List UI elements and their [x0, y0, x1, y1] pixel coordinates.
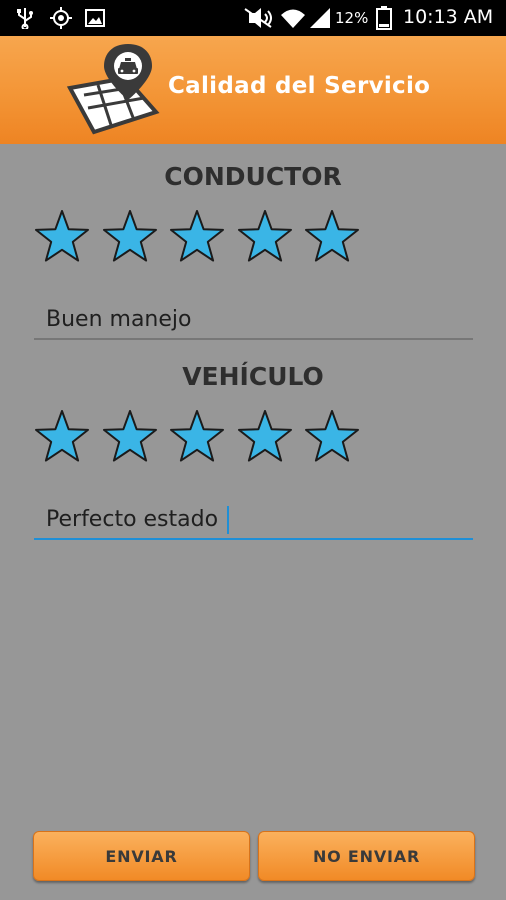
driver-rating[interactable]	[34, 209, 372, 265]
mute-icon	[242, 6, 276, 30]
clock: 10:13 AM	[403, 6, 494, 28]
star-icon[interactable]	[102, 409, 158, 465]
star-icon[interactable]	[102, 209, 158, 265]
status-bar: 12% 10:13 AM	[0, 0, 506, 36]
star-icon[interactable]	[237, 409, 293, 465]
star-icon[interactable]	[237, 209, 293, 265]
wifi-icon	[280, 6, 306, 30]
star-icon[interactable]	[304, 409, 360, 465]
vehicle-section-title: VEHÍCULO	[182, 362, 324, 391]
map-pin-taxi-icon	[64, 40, 164, 140]
star-icon[interactable]	[169, 409, 225, 465]
driver-section-title: CONDUCTOR	[164, 162, 342, 191]
vehicle-comment-field[interactable]	[34, 500, 473, 540]
star-icon[interactable]	[34, 209, 90, 265]
dont-send-button[interactable]: NO ENVIAR	[258, 831, 475, 881]
signal-icon	[308, 6, 332, 30]
driver-comment-field[interactable]	[34, 300, 473, 340]
vehicle-comment-input[interactable]	[34, 500, 473, 538]
star-icon[interactable]	[304, 209, 360, 265]
vehicle-rating[interactable]	[34, 409, 372, 465]
image-icon	[84, 6, 106, 30]
page-title: Calidad del Servicio	[168, 73, 431, 99]
text-cursor	[227, 506, 229, 534]
star-icon[interactable]	[34, 409, 90, 465]
field-underline	[34, 338, 473, 340]
battery-percent: 12%	[335, 9, 369, 27]
battery-icon	[374, 6, 394, 30]
send-button[interactable]: ENVIAR	[33, 831, 250, 881]
driver-comment-input[interactable]	[34, 300, 473, 338]
star-icon[interactable]	[169, 209, 225, 265]
usb-icon	[14, 6, 36, 30]
field-underline-focused	[34, 538, 473, 540]
gps-icon	[48, 6, 74, 30]
